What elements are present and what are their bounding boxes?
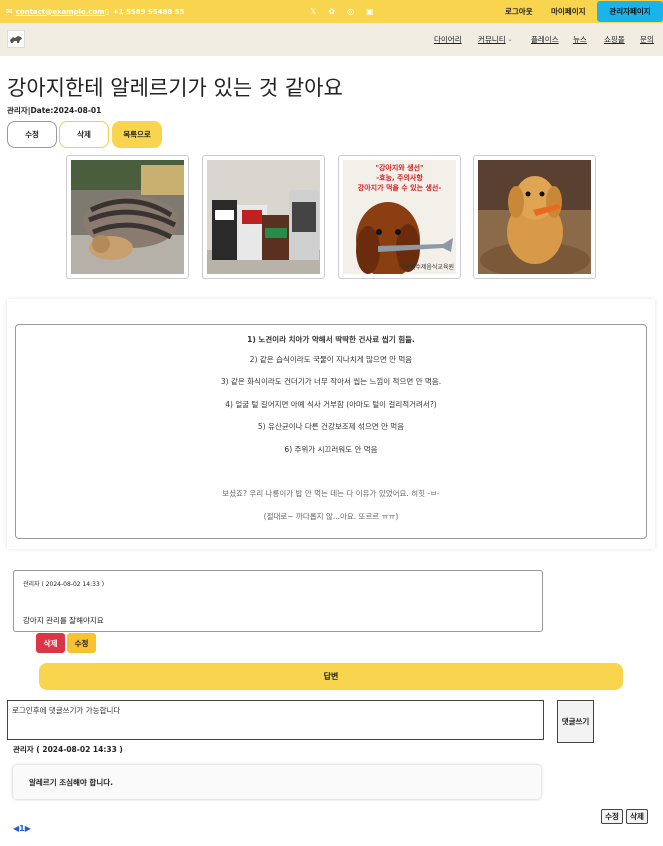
content-line-3: 3) 같은 화식이라도 건더기가 너무 작아서 씹는 느낌이 적으면 안 먹음. [220, 377, 442, 386]
content-line-6: 6) 주위가 시끄러워도 안 먹음 [284, 445, 378, 454]
nav-news[interactable]: 뉴스 [573, 23, 587, 56]
facebook-icon[interactable]: ✿ [328, 7, 335, 16]
dog-logo-icon [10, 36, 22, 43]
photo-golden-retriever [478, 160, 591, 274]
post-photo-4[interactable] [473, 155, 596, 279]
admin-page-button[interactable]: 관리자페이지 [597, 1, 663, 22]
reply-button[interactable]: 답변 [39, 663, 623, 690]
phone-number: +1 5589 55488 55 [112, 7, 185, 16]
photo3-caption: "강아지와 생선" -효능, 주의사항 강아지가 먹을 수 있는 생선- [343, 163, 456, 193]
comment-author: 관리자 ( 2024-08-02 14:33 ) [23, 581, 105, 588]
nav-bar: 다이어리 커뮤니티 ⌄ 플레이스 뉴스 쇼핑몰 문의 [0, 23, 663, 56]
reply-edit-button[interactable]: 수정 [601, 809, 623, 824]
instagram-icon[interactable]: ◎ [347, 7, 354, 16]
email-link[interactable]: contact@example.com [16, 8, 105, 16]
nav-shopping[interactable]: 쇼핑몰 [604, 23, 625, 56]
reply-author: 관리자 ( 2024-08-02 14:33 ) [13, 745, 123, 754]
delete-post-button[interactable]: 삭제 [59, 121, 109, 148]
write-comment-button[interactable]: 댓글쓰기 [557, 700, 594, 743]
photo-food-bags [207, 160, 320, 274]
contact-phone: ▯ +1 5589 55488 55 [105, 0, 184, 23]
pet-food-image [207, 160, 320, 274]
pagination[interactable]: ◀1▶ [13, 824, 31, 833]
comment-edit-button[interactable]: 수정 [67, 633, 96, 653]
photo-dog-with-fish: "강아지와 생선" -효능, 주의사항 강아지가 먹을 수 있는 생선- 한국펫… [343, 160, 456, 274]
sleeping-pet-image [71, 160, 184, 274]
logout-link[interactable]: 로그아웃 [505, 0, 533, 23]
golden-retriever-image [478, 160, 591, 274]
top-bar: ✉ contact@example.com ▯ +1 5589 55488 55… [0, 0, 663, 23]
photo-cat-sleeping [71, 160, 184, 274]
content-line-7: 보셨죠? 우리 나롱이가 밥 안 먹는 데는 다 이유가 있었어요. 히힛 -ㅂ… [222, 489, 440, 498]
content-line-4: 4) 얼굴 털 길어지면 아예 식사 거부함 (아마도 털이 걸리적거려서?) [225, 400, 437, 409]
post-meta: 관리자|Date:2024-08-01 [7, 106, 102, 115]
nav-places[interactable]: 플레이스 [531, 23, 559, 56]
mypage-link[interactable]: 마이페이지 [551, 0, 586, 23]
content-line-5: 5) 유산균이나 다른 건강보조제 섞으면 안 먹음 [257, 422, 405, 431]
phone-icon: ▯ [105, 7, 109, 16]
contact-email: ✉ contact@example.com [6, 0, 105, 23]
photo3-caption-line3: 강아지가 먹을 수 있는 생선- [357, 184, 442, 192]
nav-community-label: 커뮤니티 [478, 35, 506, 44]
comment-box: 관리자 ( 2024-08-02 14:33 ) 강아지 관리를 잘해야지요 [13, 570, 543, 632]
comment-input[interactable]: 로그인후에 댓글쓰기가 가능합니다 [7, 700, 544, 740]
comment-text: 강아지 관리를 잘해야지요 [23, 616, 104, 625]
content-line-1: 1) 노견이라 치아가 약해서 딱딱한 건사료 씹기 힘듦. [247, 335, 415, 344]
social-links: 𝕏 ✿ ◎ ▣ [310, 0, 374, 23]
content-line-8: (절대로~ 까다롭지 않...아요. 또르르 ㅠㅠ) [263, 512, 399, 521]
content-line-2: 2) 같은 습식이라도 국물이 지나치게 많으면 안 먹음 [249, 355, 413, 364]
back-to-list-button[interactable]: 목록으로 [112, 121, 162, 148]
linkedin-icon[interactable]: ▣ [366, 7, 374, 16]
photo3-caption-line1: "강아지와 생선" [375, 164, 424, 172]
reply-box: 알레르기 조심해야 합니다. [13, 765, 541, 799]
site-logo[interactable] [7, 30, 25, 48]
nav-community[interactable]: 커뮤니티 ⌄ [478, 23, 513, 56]
reply-text: 알레르기 조심해야 합니다. [29, 777, 113, 787]
nav-diary[interactable]: 다이어리 [434, 23, 462, 56]
photo3-footer: 한국펫수제음식교육원 [398, 264, 454, 271]
edit-post-button[interactable]: 수정 [7, 121, 57, 148]
twitter-x-icon[interactable]: 𝕏 [310, 7, 316, 16]
comment-delete-button[interactable]: 삭제 [36, 633, 65, 653]
photo3-caption-line2: -효능, 주의사항 [376, 174, 423, 182]
nav-contact[interactable]: 문의 [640, 23, 654, 56]
post-title: 강아지한테 알레르기가 있는 것 같아요 [7, 76, 343, 100]
reply-delete-button[interactable]: 삭제 [626, 809, 648, 824]
chevron-down-icon: ⌄ [507, 36, 513, 43]
post-photo-2[interactable] [202, 155, 325, 279]
mail-icon: ✉ [6, 7, 13, 16]
post-photo-1[interactable] [66, 155, 189, 279]
post-photo-3[interactable]: "강아지와 생선" -효능, 주의사항 강아지가 먹을 수 있는 생선- 한국펫… [338, 155, 461, 279]
